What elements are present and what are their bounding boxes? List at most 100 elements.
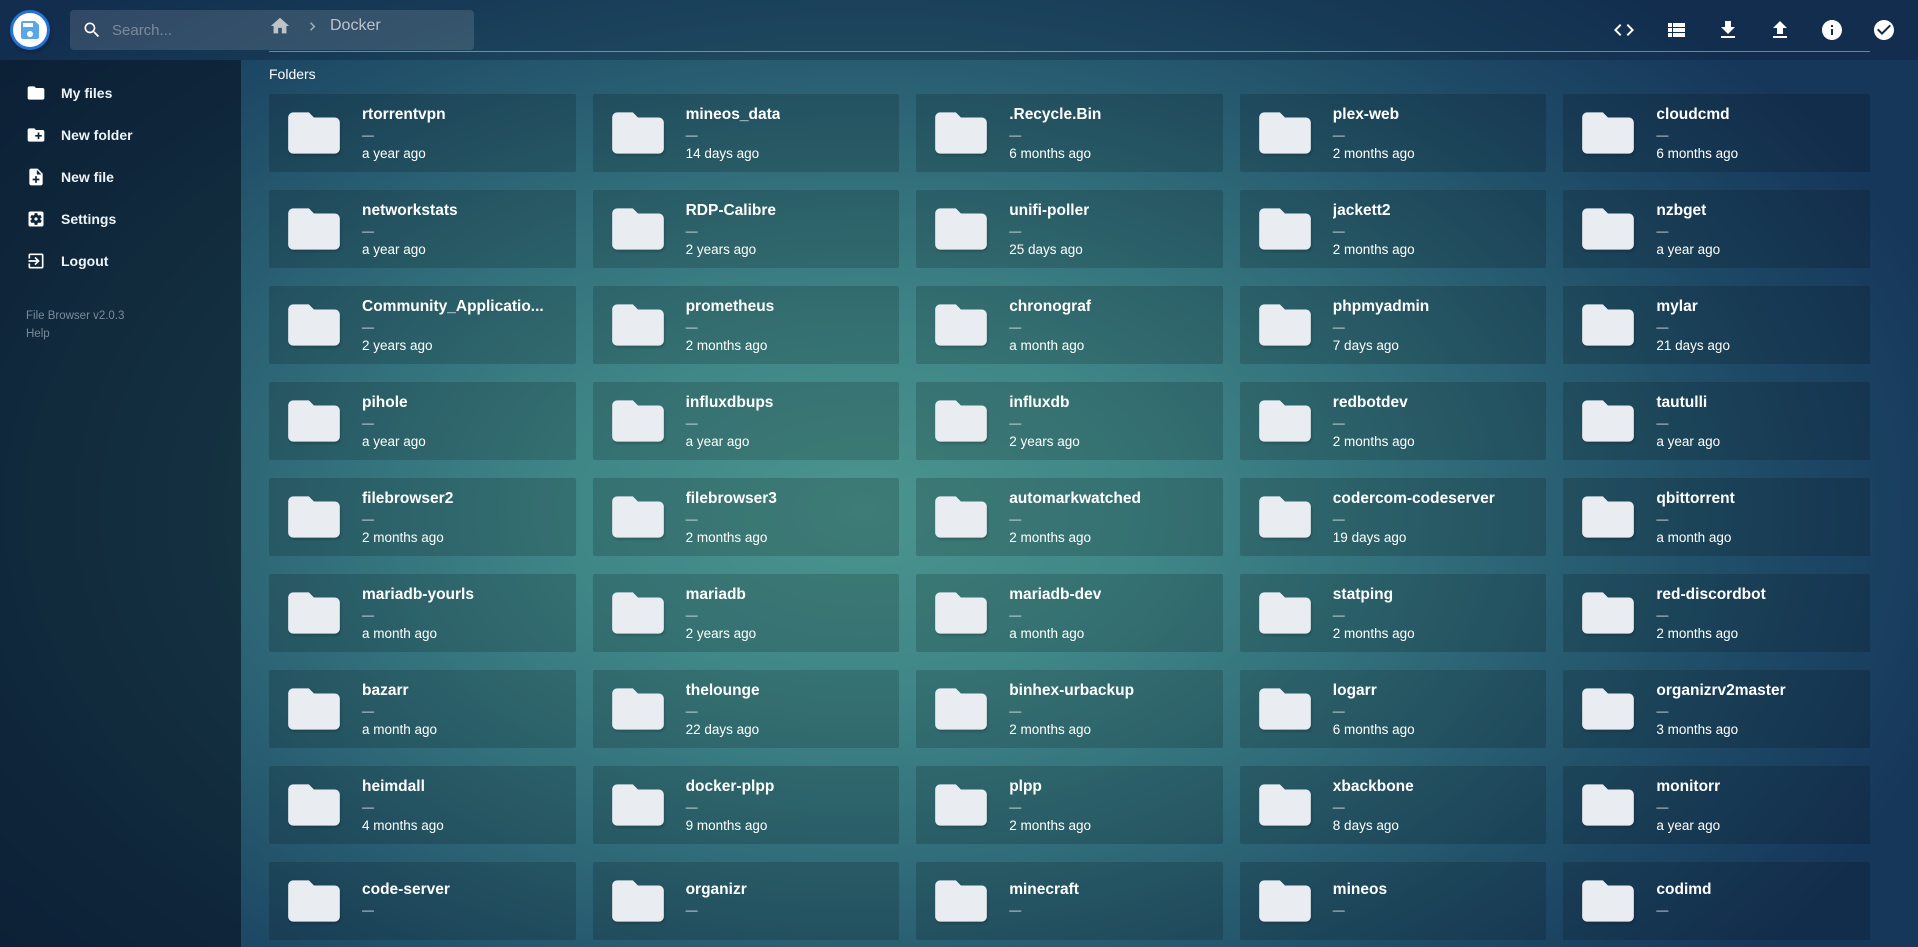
folder-size: — (1656, 705, 1785, 717)
folder-card[interactable]: monitorr — a year ago (1563, 766, 1870, 844)
folder-card-text: plpp — 2 months ago (1009, 778, 1091, 833)
folder-name: plex-web (1333, 106, 1415, 124)
folder-name: influxdbups (686, 394, 774, 412)
upload-button[interactable] (1764, 14, 1796, 46)
folder-card[interactable]: codimd — (1563, 862, 1870, 940)
folder-card[interactable]: bazarr — a month ago (269, 670, 576, 748)
folder-card[interactable]: influxdbups — a year ago (593, 382, 900, 460)
folder-card[interactable]: xbackbone — 8 days ago (1240, 766, 1547, 844)
folder-card[interactable]: filebrowser3 — 2 months ago (593, 478, 900, 556)
folder-size: — (1656, 801, 1720, 813)
folder-card[interactable]: phpmyadmin — 7 days ago (1240, 286, 1547, 364)
folder-card[interactable]: mineos_data — 14 days ago (593, 94, 900, 172)
folder-card[interactable]: redbotdev — 2 months ago (1240, 382, 1547, 460)
app-logo[interactable] (10, 10, 50, 50)
folder-icon (930, 102, 992, 164)
folder-card-text: logarr — 6 months ago (1333, 682, 1415, 737)
folder-modified: 9 months ago (686, 818, 775, 833)
folder-name: networkstats (362, 202, 458, 220)
folder-card[interactable]: jackett2 — 2 months ago (1240, 190, 1547, 268)
folder-modified: 3 months ago (1656, 722, 1785, 737)
folder-size: — (1656, 904, 1711, 916)
sidebar-item-my-files[interactable]: My files (0, 72, 241, 114)
folder-card[interactable]: nzbget — a year ago (1563, 190, 1870, 268)
search-input[interactable] (112, 22, 462, 39)
folder-card[interactable]: docker-plpp — 9 months ago (593, 766, 900, 844)
folder-size: — (1333, 225, 1415, 237)
folder-size: — (1333, 129, 1415, 141)
folder-card[interactable]: chronograf — a month ago (916, 286, 1223, 364)
folder-icon (1254, 102, 1316, 164)
search-bar[interactable] (70, 10, 474, 50)
folder-card[interactable]: codercom-codeserver — 19 days ago (1240, 478, 1547, 556)
folder-card[interactable]: thelounge — 22 days ago (593, 670, 900, 748)
sidebar-item-logout[interactable]: Logout (0, 240, 241, 282)
folder-card[interactable]: plpp — 2 months ago (916, 766, 1223, 844)
folder-card[interactable]: mariadb-dev — a month ago (916, 574, 1223, 652)
folder-card[interactable]: automarkwatched — 2 months ago (916, 478, 1223, 556)
folder-card[interactable]: Community_Applicatio... — 2 years ago (269, 286, 576, 364)
folder-size: — (686, 801, 775, 813)
sidebar-item-new-file[interactable]: New file (0, 156, 241, 198)
folder-card-text: organizrv2master — 3 months ago (1656, 682, 1785, 737)
download-button[interactable] (1712, 14, 1744, 46)
folder-card[interactable]: unifi-poller — 25 days ago (916, 190, 1223, 268)
folder-name: bazarr (362, 682, 437, 700)
folder-card[interactable]: RDP-Calibre — 2 years ago (593, 190, 900, 268)
folder-card[interactable]: cloudcmd — 6 months ago (1563, 94, 1870, 172)
folder-card[interactable]: mineos — (1240, 862, 1547, 940)
folder-card[interactable]: mariadb — 2 years ago (593, 574, 900, 652)
folder-card-text: bazarr — a month ago (362, 682, 437, 737)
sidebar-item-settings[interactable]: Settings (0, 198, 241, 240)
folder-modified: 7 days ago (1333, 338, 1429, 353)
folder-card[interactable]: pihole — a year ago (269, 382, 576, 460)
folder-size: — (1009, 513, 1141, 525)
folder-card[interactable]: networkstats — a year ago (269, 190, 576, 268)
folder-card-text: xbackbone — 8 days ago (1333, 778, 1414, 833)
folder-icon (283, 102, 345, 164)
folder-modified: a year ago (1656, 242, 1720, 257)
folder-card[interactable]: qbittorrent — a month ago (1563, 478, 1870, 556)
folder-card[interactable]: plex-web — 2 months ago (1240, 94, 1547, 172)
sidebar-item-new-folder[interactable]: New folder (0, 114, 241, 156)
folder-icon (930, 582, 992, 644)
folder-card[interactable]: influxdb — 2 years ago (916, 382, 1223, 460)
folder-card[interactable]: red-discordbot — 2 months ago (1563, 574, 1870, 652)
folder-card[interactable]: rtorrentvpn — a year ago (269, 94, 576, 172)
folder-size: — (362, 904, 450, 916)
folder-name: filebrowser3 (686, 490, 777, 508)
info-button[interactable] (1816, 14, 1848, 46)
folder-card[interactable]: organizrv2master — 3 months ago (1563, 670, 1870, 748)
folder-card[interactable]: mylar — 21 days ago (1563, 286, 1870, 364)
folder-card-text: qbittorrent — a month ago (1656, 490, 1734, 545)
folder-modified: 2 months ago (1333, 626, 1415, 641)
folder-card[interactable]: logarr — 6 months ago (1240, 670, 1547, 748)
folder-card[interactable]: minecraft — (916, 862, 1223, 940)
folder-card[interactable]: mariadb-yourls — a month ago (269, 574, 576, 652)
file-plus-icon (26, 167, 46, 187)
switch-view-button[interactable] (1660, 14, 1692, 46)
folder-modified: 2 months ago (686, 338, 775, 353)
folder-card[interactable]: binhex-urbackup — 2 months ago (916, 670, 1223, 748)
folder-card[interactable]: code-server — (269, 862, 576, 940)
folder-card-text: heimdall — 4 months ago (362, 778, 444, 833)
shell-button[interactable] (1608, 14, 1640, 46)
header-actions (1608, 14, 1918, 46)
folder-icon (607, 774, 669, 836)
folder-card[interactable]: tautulli — a year ago (1563, 382, 1870, 460)
folder-card-text: prometheus — 2 months ago (686, 298, 775, 353)
folder-card[interactable]: organizr — (593, 862, 900, 940)
folder-card[interactable]: heimdall — 4 months ago (269, 766, 576, 844)
logout-icon (26, 251, 46, 271)
select-multiple-button[interactable] (1868, 14, 1900, 46)
folder-name: red-discordbot (1656, 586, 1765, 604)
folder-card[interactable]: filebrowser2 — 2 months ago (269, 478, 576, 556)
folder-icon (930, 390, 992, 452)
folder-modified: 2 months ago (1333, 146, 1415, 161)
folder-card[interactable]: prometheus — 2 months ago (593, 286, 900, 364)
help-link[interactable]: Help (26, 328, 50, 340)
folder-icon (1577, 198, 1639, 260)
folder-card[interactable]: .Recycle.Bin — 6 months ago (916, 94, 1223, 172)
folder-card[interactable]: statping — 2 months ago (1240, 574, 1547, 652)
folder-plus-icon (26, 125, 46, 145)
